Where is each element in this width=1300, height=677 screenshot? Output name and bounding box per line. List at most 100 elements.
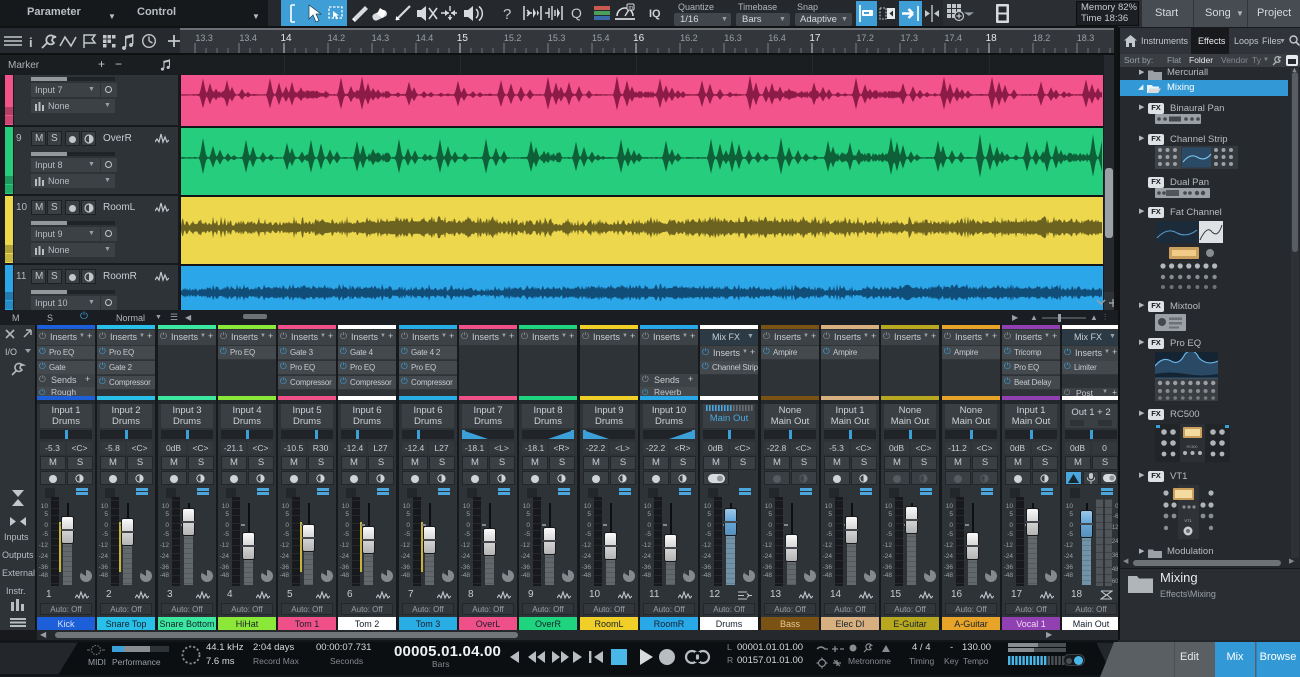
svg-text:5: 5 [888,511,892,518]
svg-text:10: 10 [825,503,833,510]
svg-text:-24: -24 [521,553,531,560]
svg-text:I/O: I/O [5,347,17,357]
svg-text:-12: -12 [220,542,230,549]
svg-text:10: 10 [644,503,652,510]
svg-text:-12: -12 [461,542,471,549]
svg-text:-24: -24 [642,553,652,560]
svg-text:10: 10 [1006,503,1014,510]
svg-text:5: 5 [587,511,591,518]
svg-text:0: 0 [466,522,470,529]
svg-text:-48: -48 [944,572,954,579]
svg-text:-36: -36 [160,564,170,571]
svg-text:-36: -36 [521,564,531,571]
svg-text:10: 10 [704,503,712,510]
svg-text:-36: -36 [39,564,49,571]
svg-text:-12: -12 [280,542,290,549]
svg-text:-24: -24 [280,553,290,560]
svg-text:-5: -5 [826,531,832,538]
svg-text:10: 10 [101,503,109,510]
svg-text:-24: -24 [99,553,109,560]
svg-text:-5: -5 [42,531,48,538]
svg-text:-12: -12 [823,542,833,549]
svg-text:-5: -5 [524,531,530,538]
svg-text:-48: -48 [280,572,290,579]
svg-text:-24: -24 [340,553,350,560]
svg-text:5: 5 [406,511,410,518]
svg-text:-12: -12 [883,542,893,549]
svg-text:-48: -48 [823,572,833,579]
svg-text:-12: -12 [521,542,531,549]
svg-text:0: 0 [1069,522,1073,529]
svg-text:0: 0 [647,522,651,529]
svg-text:0: 0 [44,522,48,529]
svg-text:-5: -5 [223,531,229,538]
svg-text:-48: -48 [1004,572,1014,579]
svg-text:5: 5 [466,511,470,518]
svg-text:-24: -24 [160,553,170,560]
svg-text:-24: -24 [39,553,49,560]
svg-text:-12: -12 [944,542,954,549]
svg-text:-48: -48 [99,572,109,579]
svg-text:0: 0 [888,522,892,529]
svg-text:0: 0 [165,522,169,529]
svg-text:10: 10 [342,503,350,510]
svg-text:0: 0 [104,522,108,529]
svg-text:10: 10 [41,503,49,510]
svg-text:0: 0 [587,522,591,529]
svg-text:10: 10 [1066,503,1074,510]
svg-text:-5: -5 [102,531,108,538]
svg-text:-36: -36 [883,564,893,571]
svg-text:10: 10 [162,503,170,510]
svg-text:i: i [29,35,33,50]
svg-text:-24: -24 [1064,553,1074,560]
svg-text:-36: -36 [582,564,592,571]
svg-text:5: 5 [1009,511,1013,518]
svg-text:10: 10 [222,503,230,510]
svg-text:-5: -5 [645,531,651,538]
svg-text:-48: -48 [220,572,230,579]
svg-text:m: m [629,5,634,11]
svg-text:0: 0 [225,522,229,529]
svg-text:-36: -36 [642,564,652,571]
svg-text:-12: -12 [39,542,49,549]
svg-text:5: 5 [949,511,953,518]
svg-text:?: ? [503,6,511,23]
svg-text:-48: -48 [1064,572,1074,579]
svg-text:10: 10 [946,503,954,510]
svg-text:Outputs: Outputs [2,550,34,560]
svg-text:10: 10 [765,503,773,510]
svg-text:-36: -36 [340,564,350,571]
svg-text:-24: -24 [1004,553,1014,560]
svg-text:5: 5 [104,511,108,518]
svg-text:-36: -36 [763,564,773,571]
svg-text:-24: -24 [582,553,592,560]
svg-text:0: 0 [345,522,349,529]
svg-text:-24: -24 [763,553,773,560]
svg-text:10: 10 [584,503,592,510]
svg-text:-5: -5 [283,531,289,538]
svg-text:0: 0 [1009,522,1013,529]
svg-text:-36: -36 [823,564,833,571]
svg-text:10: 10 [463,503,471,510]
svg-text:Inputs: Inputs [4,532,29,542]
svg-text:0: 0 [526,522,530,529]
svg-text:-24: -24 [461,553,471,560]
svg-text:-48: -48 [883,572,893,579]
svg-text:-24: -24 [944,553,954,560]
svg-text:-5: -5 [464,531,470,538]
svg-text:-5: -5 [343,531,349,538]
svg-text:5: 5 [1069,511,1073,518]
svg-text:-36: -36 [401,564,411,571]
svg-text:5: 5 [345,511,349,518]
svg-text:5: 5 [44,511,48,518]
svg-text:Instr.: Instr. [6,586,26,596]
svg-text:-48: -48 [39,572,49,579]
svg-text:0: 0 [285,522,289,529]
svg-text:0: 0 [828,522,832,529]
svg-text:10: 10 [885,503,893,510]
svg-text:-12: -12 [702,542,712,549]
svg-text:-5: -5 [1007,531,1013,538]
svg-text:-12: -12 [401,542,411,549]
svg-text:-24: -24 [401,553,411,560]
svg-text:-48: -48 [582,572,592,579]
